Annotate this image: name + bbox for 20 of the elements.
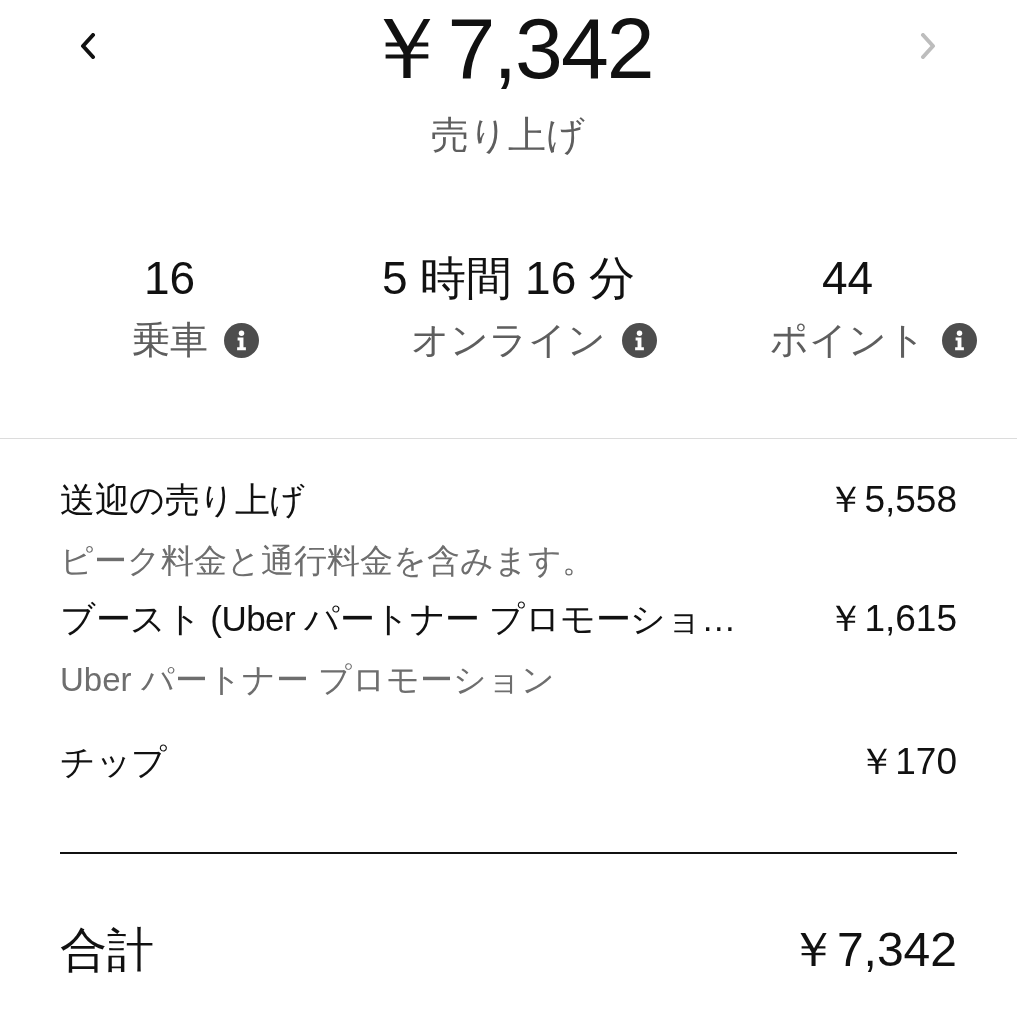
line-item-label: 送迎の売り上げ <box>60 479 305 521</box>
stat-value: 5 時間 16 分 <box>380 251 637 306</box>
line-item-amount: ￥1,615 <box>827 597 957 641</box>
line-item-amount: ￥5,558 <box>827 478 957 522</box>
chevron-left-icon <box>80 33 96 59</box>
chevron-right-icon <box>920 33 936 59</box>
earnings-label: 売り上げ <box>431 113 585 158</box>
stat-label: オンライン <box>411 318 606 363</box>
earnings-amount: ￥7,342 <box>363 0 653 96</box>
line-item-note: Uber パートナー プロモーション <box>60 660 556 700</box>
line-item-amount: ￥170 <box>858 740 957 784</box>
total-label: 合計 <box>60 922 154 978</box>
line-item-label: チップ <box>60 741 167 783</box>
line-item-note: ピーク料金と通行料金を含みます。 <box>60 541 596 581</box>
stat-label: 乗車 <box>131 318 208 363</box>
line-item-label: ブースト (Uber パートナー プロモーショ… <box>60 598 736 640</box>
stat-value: 16 <box>142 251 197 306</box>
total-amount: ￥7,342 <box>788 922 957 978</box>
stat-value: 44 <box>820 251 875 306</box>
stat-label: ポイント <box>769 318 926 363</box>
